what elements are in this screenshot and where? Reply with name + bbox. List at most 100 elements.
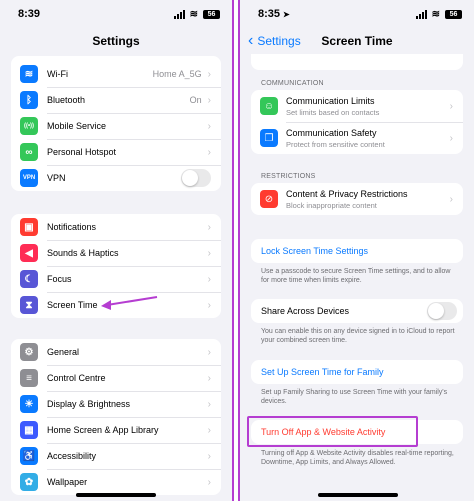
battery-icon: 56 bbox=[445, 9, 462, 19]
settings-row-label: Personal Hotspot bbox=[47, 147, 117, 157]
chevron-right-icon: › bbox=[449, 100, 453, 112]
chevron-right-icon: › bbox=[207, 450, 211, 462]
vpn-icon: VPN bbox=[20, 169, 38, 187]
downtime-row-partial[interactable] bbox=[251, 54, 463, 70]
hotspot-icon: ∞ bbox=[20, 143, 38, 161]
row-text: Communication Limits Set limits based on … bbox=[286, 96, 450, 117]
communication-group: ☺ Communication Limits Set limits based on… bbox=[251, 90, 463, 154]
chevron-right-icon: › bbox=[207, 273, 211, 285]
share-across-devices-row: Share Across Devices bbox=[251, 299, 463, 323]
settings-row-mobile-service[interactable]: ((•)) Mobile Service › bbox=[11, 113, 221, 139]
highlight-box bbox=[247, 416, 418, 447]
settings-row-accessibility[interactable]: ♿ Accessibility › bbox=[11, 443, 221, 469]
chevron-right-icon: › bbox=[207, 120, 211, 132]
settings-row-label: Display & Brightness bbox=[47, 399, 131, 409]
antenna-icon: ((•)) bbox=[20, 117, 38, 135]
settings-row-personal-hotspot[interactable]: ∞ Personal Hotspot › bbox=[11, 139, 221, 165]
row-text: Communication Safety Protect from sensiti… bbox=[286, 128, 450, 149]
chevron-right-icon: › bbox=[207, 372, 211, 384]
vpn-toggle[interactable] bbox=[181, 169, 211, 187]
screen-time-row-communication-safety[interactable]: ❐ Communication Safety Protect from sensit… bbox=[251, 122, 463, 154]
location-arrow-icon: ➤ bbox=[283, 9, 290, 19]
accessibility-icon: ♿ bbox=[20, 447, 38, 465]
row-title: Communication Safety bbox=[286, 127, 377, 138]
row-title: Communication Limits bbox=[286, 95, 375, 106]
settings-row-vpn[interactable]: VPN VPN bbox=[11, 165, 221, 191]
wifi-status-icon: ≋ bbox=[431, 8, 440, 20]
screenshot-frame: 8:39 ≋ 56 Settings ≋ Wi-Fi Home A_5G › ᛒ Blue… bbox=[0, 0, 474, 501]
screen-time-row-content-privacy-restrictions[interactable]: ⊘ Content & Privacy Restrictions Block ina… bbox=[251, 183, 463, 215]
contact-icon: ☺ bbox=[260, 97, 278, 115]
notifications-icon: ▣ bbox=[20, 218, 38, 236]
share-note: You can enable this on any device signed… bbox=[261, 328, 455, 344]
settings-row-label: Home Screen & App Library bbox=[47, 425, 159, 435]
wifi-status-icon: ≋ bbox=[189, 8, 198, 20]
settings-row-display-brightness[interactable]: ☀ Display & Brightness › bbox=[11, 391, 221, 417]
wifi-icon: ≋ bbox=[20, 65, 38, 83]
status-bar: 8:35 ➤ ≋ 56 bbox=[240, 0, 474, 28]
bluetooth-icon: ᛒ bbox=[20, 91, 38, 109]
settings-row-sounds-haptics[interactable]: ◀ Sounds & Haptics › bbox=[11, 240, 221, 266]
speaker-icon: ◀ bbox=[20, 244, 38, 262]
settings-row-label: Control Centre bbox=[47, 373, 106, 383]
settings-screen: 8:39 ≋ 56 Settings ≋ Wi-Fi Home A_5G › ᛒ Blue… bbox=[0, 0, 232, 501]
status-bar: 8:39 ≋ 56 bbox=[0, 0, 232, 28]
share-toggle[interactable] bbox=[427, 302, 457, 320]
settings-row-wallpaper[interactable]: ✿ Wallpaper › bbox=[11, 469, 221, 495]
settings-row-value: On bbox=[189, 95, 202, 105]
home-screen-icon: ▦ bbox=[20, 421, 38, 439]
settings-row-label: Sounds & Haptics bbox=[47, 248, 119, 258]
general-group: ⚙ General › ≡ Control Centre › ☀ Display & Brig… bbox=[11, 339, 221, 495]
restrictions-header: RESTRICTIONS bbox=[261, 173, 316, 180]
settings-row-label: Focus bbox=[47, 274, 72, 284]
lock-screen-time-button[interactable]: Lock Screen Time Settings bbox=[251, 239, 463, 263]
chat-bubble-icon: ❐ bbox=[260, 129, 278, 147]
settings-row-bluetooth[interactable]: ᛒ Bluetooth On › bbox=[11, 87, 221, 113]
settings-row-control-centre[interactable]: ≡ Control Centre › bbox=[11, 365, 221, 391]
panel-divider bbox=[232, 0, 240, 501]
settings-row-general[interactable]: ⚙ General › bbox=[11, 339, 221, 365]
settings-row-label: Notifications bbox=[47, 222, 97, 232]
chevron-right-icon: › bbox=[207, 476, 211, 488]
share-label: Share Across Devices bbox=[261, 306, 350, 316]
nav-bar: ‹ Settings Screen Time bbox=[240, 28, 474, 54]
restrictions-group: ⊘ Content & Privacy Restrictions Block ina… bbox=[251, 183, 463, 215]
home-indicator bbox=[318, 493, 398, 497]
chevron-right-icon: › bbox=[449, 193, 453, 205]
hourglass-icon: ⧗ bbox=[20, 296, 38, 314]
family-setup-button[interactable]: Set Up Screen Time for Family bbox=[251, 360, 463, 384]
block-icon: ⊘ bbox=[260, 190, 278, 208]
screen-time-row-communication-limits[interactable]: ☺ Communication Limits Set limits based on… bbox=[251, 90, 463, 122]
nav-bar: Settings bbox=[0, 28, 232, 54]
cellular-signal-icon bbox=[173, 9, 185, 19]
settings-row-label: Wi-Fi bbox=[47, 69, 68, 79]
status-time: 8:39 bbox=[18, 8, 41, 20]
settings-row-label: Mobile Service bbox=[47, 121, 107, 131]
settings-row-home-screen-app-library[interactable]: ▦ Home Screen & App Library › bbox=[11, 417, 221, 443]
sun-icon: ☀ bbox=[20, 395, 38, 413]
chevron-right-icon: › bbox=[449, 132, 453, 144]
cellular-signal-icon bbox=[415, 9, 427, 19]
control-centre-icon: ≡ bbox=[20, 369, 38, 387]
status-time: 8:35 ➤ bbox=[258, 8, 290, 20]
back-label: Settings bbox=[257, 34, 301, 48]
turn-off-note: Turning off App & Website Activity disab… bbox=[261, 450, 454, 466]
settings-row-focus[interactable]: ☾ Focus › bbox=[11, 266, 221, 292]
back-button[interactable]: ‹ Settings bbox=[248, 28, 301, 54]
chevron-right-icon: › bbox=[207, 146, 211, 158]
row-subtitle: Set limits based on contacts bbox=[286, 107, 380, 117]
chevron-right-icon: › bbox=[207, 346, 211, 358]
lock-note: Use a passcode to secure Screen Time set… bbox=[261, 268, 451, 284]
settings-row-label: General bbox=[47, 347, 80, 357]
chevron-right-icon: › bbox=[207, 68, 211, 80]
family-note: Set up Family Sharing to use Screen Time… bbox=[261, 389, 448, 405]
wallpaper-icon: ✿ bbox=[20, 473, 38, 491]
chevron-right-icon: › bbox=[207, 424, 211, 436]
chevron-right-icon: › bbox=[207, 299, 211, 311]
chevron-right-icon: › bbox=[207, 221, 211, 233]
settings-row-notifications[interactable]: ▣ Notifications › bbox=[11, 214, 221, 240]
settings-row-wi-fi[interactable]: ≋ Wi-Fi Home A_5G › bbox=[11, 61, 221, 87]
settings-row-label: Wallpaper bbox=[47, 477, 88, 487]
home-indicator bbox=[76, 493, 156, 497]
chevron-left-icon: ‹ bbox=[248, 32, 254, 49]
